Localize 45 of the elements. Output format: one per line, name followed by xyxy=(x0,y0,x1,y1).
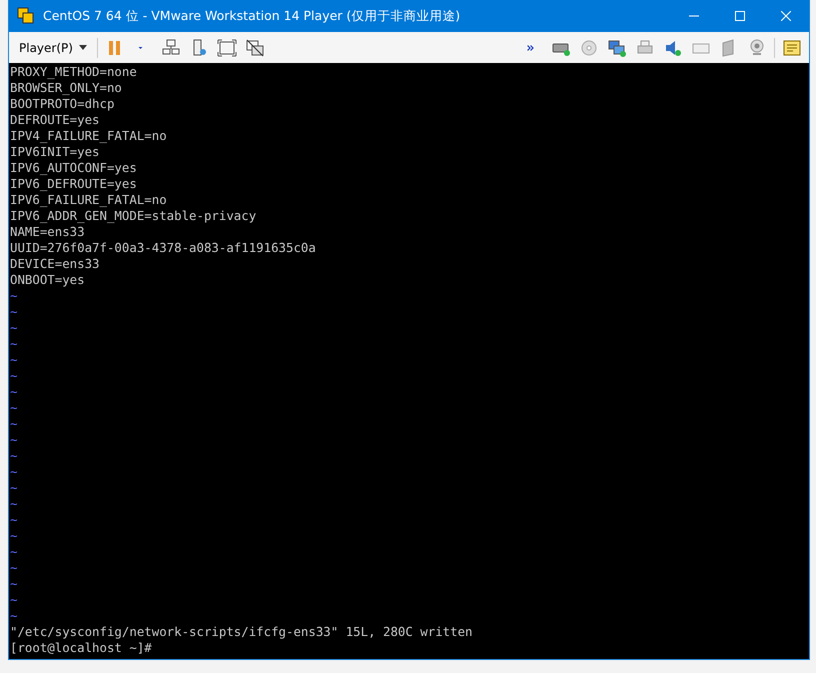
terminal-line: ONBOOT=yes xyxy=(10,272,85,288)
empty-line-marker: ~ xyxy=(10,400,18,416)
terminal-line: [root@localhost ~]# xyxy=(10,640,152,656)
close-icon xyxy=(781,11,791,21)
empty-line-marker: ~ xyxy=(10,480,18,496)
terminal-line: UUID=276f0a7f-00a3-4378-a083-af1191635c0a xyxy=(10,240,316,256)
terminal-line: IPV6_FAILURE_FATAL=no xyxy=(10,192,167,208)
empty-line-marker: ~ xyxy=(10,432,18,448)
terminal-line: NAME=ens33 xyxy=(10,224,85,240)
empty-line-marker: ~ xyxy=(10,384,18,400)
player-menu[interactable]: Player(P) xyxy=(15,38,91,56)
empty-line-marker: ~ xyxy=(10,496,18,512)
empty-line-marker: ~ xyxy=(10,560,18,576)
terminal-line: IPV4_FAILURE_FATAL=no xyxy=(10,128,167,144)
caret-icon xyxy=(78,45,87,50)
app-logo-icon xyxy=(17,7,35,25)
terminal-line: BOOTPROTO=dhcp xyxy=(10,96,114,112)
empty-line-marker: ~ xyxy=(10,352,18,368)
empty-line-marker: ~ xyxy=(10,544,18,560)
empty-line-marker: ~ xyxy=(10,576,18,592)
terminal-line: IPV6_DEFROUTE=yes xyxy=(10,176,137,192)
terminal-line: IPV6INIT=yes xyxy=(10,144,100,160)
empty-line-marker: ~ xyxy=(10,288,18,304)
window-title: CentOS 7 64 位 - VMware Workstation 14 Player (仅用于非商业用途) xyxy=(43,8,462,24)
terminal-line: DEVICE=ens33 xyxy=(10,256,100,272)
empty-line-marker: ~ xyxy=(10,592,18,608)
empty-line-marker: ~ xyxy=(10,512,18,528)
empty-line-marker: ~ xyxy=(10,608,18,624)
empty-line-marker: ~ xyxy=(10,320,18,336)
empty-line-marker: ~ xyxy=(10,464,18,480)
maximize-icon xyxy=(735,11,745,21)
empty-line-marker: ~ xyxy=(10,448,18,464)
terminal-line: "/etc/sysconfig/network-scripts/ifcfg-ens33" 15L, 280C written xyxy=(10,624,473,640)
unity-icon[interactable] xyxy=(244,36,266,58)
empty-line-marker: ~ xyxy=(10,336,18,352)
terminal-line: IPV6_AUTOCONF=yes xyxy=(10,160,137,176)
empty-line-marker: ~ xyxy=(10,528,18,544)
terminal-line: BROWSER_ONLY=no xyxy=(10,80,122,96)
empty-line-marker: ~ xyxy=(10,304,18,320)
fullscreen-icon[interactable] xyxy=(216,36,238,58)
terminal-line: IPV6_ADDR_GEN_MODE=stable-privacy xyxy=(10,208,256,224)
terminal-line: DEFROUTE=yes xyxy=(10,112,100,128)
terminal-line: PROXY_METHOD=none xyxy=(10,64,137,80)
empty-line-marker: ~ xyxy=(10,416,18,432)
empty-line-marker: ~ xyxy=(10,368,18,384)
